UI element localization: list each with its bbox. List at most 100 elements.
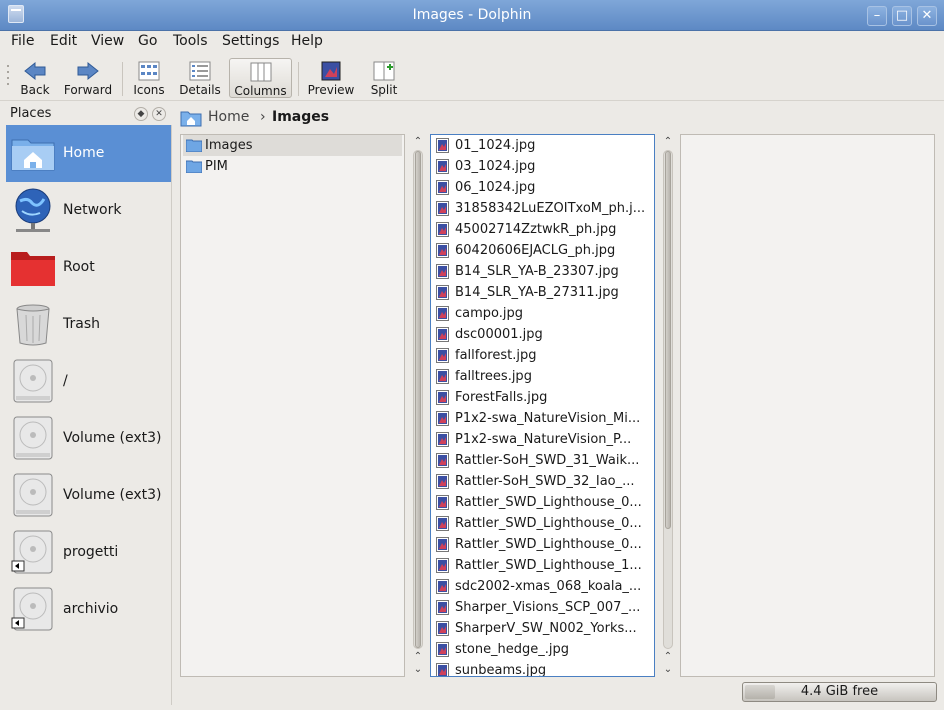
- file-item[interactable]: sunbeams.jpg: [433, 660, 652, 676]
- minimize-button[interactable]: –: [867, 6, 887, 26]
- menu-view[interactable]: View: [91, 33, 124, 49]
- breadcrumb-home[interactable]: Home: [208, 109, 249, 125]
- file-item[interactable]: Rattler-SoH_SWD_31_Waik...: [433, 450, 652, 471]
- file-item[interactable]: campo.jpg: [433, 303, 652, 324]
- breadcrumb-current[interactable]: Images: [272, 109, 329, 125]
- scroll-up-arrow[interactable]: ⌃: [661, 651, 675, 663]
- image-file-icon: [436, 453, 449, 468]
- columns-label: Columns: [234, 84, 287, 98]
- file-item[interactable]: dsc00001.jpg: [433, 324, 652, 345]
- close-panel-button[interactable]: ✕: [152, 107, 166, 121]
- column-images-scrollbar[interactable]: ⌃ ⌃ ⌄: [661, 134, 675, 677]
- file-item[interactable]: Rattler_SWD_Lighthouse_0...: [433, 492, 652, 513]
- file-item[interactable]: SharperV_SW_N002_Yorks...: [433, 618, 652, 639]
- place-progetti[interactable]: progetti: [6, 524, 171, 581]
- menu-settings[interactable]: Settings: [222, 33, 279, 49]
- folder-icon: [186, 160, 202, 173]
- file-name: 03_1024.jpg: [455, 159, 536, 174]
- file-item[interactable]: Rattler_SWD_Lighthouse_0...: [433, 513, 652, 534]
- details-view-button[interactable]: Details: [177, 58, 223, 98]
- place-root[interactable]: Root: [6, 239, 171, 296]
- file-item[interactable]: Sharper_Visions_SCP_007_...: [433, 597, 652, 618]
- file-item[interactable]: B14_SLR_YA-B_23307.jpg: [433, 261, 652, 282]
- place-trash[interactable]: Trash: [6, 296, 171, 353]
- place-label: Volume (ext3): [63, 430, 162, 446]
- menu-tools[interactable]: Tools: [173, 33, 208, 49]
- file-item[interactable]: 03_1024.jpg: [433, 156, 652, 177]
- icons-view-button[interactable]: Icons: [130, 58, 168, 98]
- columns-view-icon: [250, 62, 271, 82]
- back-button[interactable]: Back: [16, 58, 54, 98]
- file-item[interactable]: 06_1024.jpg: [433, 177, 652, 198]
- back-label: Back: [20, 83, 50, 97]
- file-item[interactable]: P1x2-swa_NatureVision_P...: [433, 429, 652, 450]
- menu-help[interactable]: Help: [291, 33, 323, 49]
- image-file-icon: [436, 663, 449, 676]
- image-file-icon: [436, 285, 449, 300]
- file-item[interactable]: Rattler-SoH_SWD_32_Iao_...: [433, 471, 652, 492]
- file-item[interactable]: stone_hedge_.jpg: [433, 639, 652, 660]
- folder-item[interactable]: Images: [183, 135, 402, 156]
- file-item[interactable]: fallforest.jpg: [433, 345, 652, 366]
- file-item[interactable]: Rattler_SWD_Lighthouse_1...: [433, 555, 652, 576]
- image-file-icon: [436, 390, 449, 405]
- file-name: Rattler-SoH_SWD_32_Iao_...: [455, 474, 635, 489]
- main-toolbar: Back Forward Icons Details Columns Previ…: [0, 55, 944, 101]
- file-item[interactable]: B14_SLR_YA-B_27311.jpg: [433, 282, 652, 303]
- file-item[interactable]: 31858342LuEZOITxoM_ph.j...: [433, 198, 652, 219]
- home-icon[interactable]: [180, 109, 202, 127]
- file-item[interactable]: sdc2002-xmas_068_koala_...: [433, 576, 652, 597]
- place-volume-1[interactable]: Volume (ext3): [6, 410, 171, 467]
- image-file-icon: [436, 579, 449, 594]
- file-item[interactable]: falltrees.jpg: [433, 366, 652, 387]
- file-item[interactable]: 60420606EJACLG_ph.jpg: [433, 240, 652, 261]
- scroll-up-arrow[interactable]: ⌃: [661, 136, 675, 148]
- image-file-icon: [436, 621, 449, 636]
- place-home[interactable]: Home: [6, 125, 171, 182]
- column-home-scrollbar[interactable]: ⌃ ⌃ ⌄: [411, 134, 425, 677]
- menu-edit[interactable]: Edit: [50, 33, 77, 49]
- image-file-icon: [436, 474, 449, 489]
- file-name: P1x2-swa_NatureVision_Mi...: [455, 411, 641, 426]
- file-item[interactable]: 45002714ZztwkR_ph.jpg: [433, 219, 652, 240]
- column-images[interactable]: 01_1024.jpg 03_1024.jpg 06_1024.jpg 3185834…: [430, 134, 655, 677]
- split-button[interactable]: Split: [364, 58, 404, 98]
- column-empty[interactable]: [680, 134, 935, 677]
- image-file-icon: [436, 306, 449, 321]
- menu-go[interactable]: Go: [138, 33, 157, 49]
- forward-button[interactable]: Forward: [62, 58, 114, 98]
- scroll-up-arrow[interactable]: ⌃: [411, 136, 425, 148]
- column-home[interactable]: Images PIM: [180, 134, 405, 677]
- scroll-up-arrow[interactable]: ⌃: [411, 651, 425, 663]
- place-archivio[interactable]: archivio: [6, 581, 171, 638]
- place-root-fs[interactable]: /: [6, 353, 171, 410]
- place-volume-2[interactable]: Volume (ext3): [6, 467, 171, 524]
- image-file-icon: [436, 495, 449, 510]
- image-file-icon: [436, 537, 449, 552]
- title-bar[interactable]: Images - Dolphin – □ ✕: [0, 0, 944, 31]
- file-item[interactable]: ForestFalls.jpg: [433, 387, 652, 408]
- file-name: Rattler_SWD_Lighthouse_0...: [455, 537, 642, 552]
- breadcrumb-separator: ›: [260, 109, 266, 125]
- file-name: Sharper_Visions_SCP_007_...: [455, 600, 641, 615]
- image-file-icon: [436, 600, 449, 615]
- preview-icon: [321, 61, 341, 81]
- file-item[interactable]: P1x2-swa_NatureVision_Mi...: [433, 408, 652, 429]
- file-item[interactable]: 01_1024.jpg: [433, 135, 652, 156]
- preview-button[interactable]: Preview: [306, 58, 356, 98]
- image-file-icon: [436, 432, 449, 447]
- file-name: P1x2-swa_NatureVision_P...: [455, 432, 632, 447]
- file-item[interactable]: Rattler_SWD_Lighthouse_0...: [433, 534, 652, 555]
- columns-view-button[interactable]: Columns: [229, 58, 292, 98]
- menu-file[interactable]: File: [11, 33, 34, 49]
- places-panel-header: Places ◆ ✕: [6, 105, 171, 125]
- scroll-down-arrow[interactable]: ⌄: [411, 664, 425, 676]
- image-file-icon: [436, 642, 449, 657]
- place-network[interactable]: Network: [6, 182, 171, 239]
- float-panel-button[interactable]: ◆: [134, 107, 148, 121]
- maximize-button[interactable]: □: [892, 6, 912, 26]
- close-button[interactable]: ✕: [917, 6, 937, 26]
- forward-arrow-icon: [77, 61, 99, 81]
- folder-item[interactable]: PIM: [183, 156, 402, 177]
- scroll-down-arrow[interactable]: ⌄: [661, 664, 675, 676]
